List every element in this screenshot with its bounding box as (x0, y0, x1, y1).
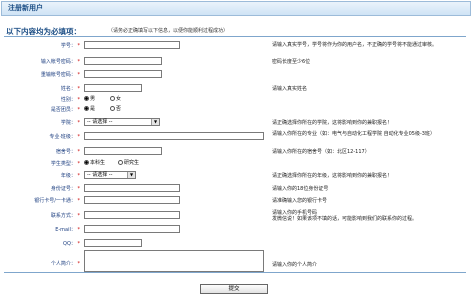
password-label: 输入帐号密码： * (40, 59, 80, 65)
section-note: （请务必正确填写以下信息，以便你能顺利过程成功） (108, 28, 229, 34)
grade-select[interactable]: -- 请选择 -- ▼ (84, 171, 136, 179)
party-member-label: 是否团员： * (50, 107, 80, 113)
major-class-hint: 请输入你所在的专业（如：电气与自动化工程学院 自动化专业05级-3班） (272, 131, 435, 137)
radio-selected-icon (84, 160, 89, 165)
bank-card-hint: 请准确输入您的银行卡号 (272, 198, 328, 204)
dorm-label: 宿舍号： * (55, 149, 80, 155)
bank-card-label: 银行卡号/一卡通： * (34, 198, 80, 204)
email-label: E-mail： * (55, 227, 80, 233)
page-title: 注册新用户 (8, 4, 43, 12)
repeat-password-input[interactable] (84, 70, 162, 78)
qq-input[interactable] (84, 239, 142, 247)
undergraduate-radio[interactable]: 本科生 (84, 159, 105, 166)
qq-label: QQ： * (63, 241, 80, 247)
password-hint: 密码长度至少6位 (272, 59, 311, 65)
contact-hint-2: 发微信说！如果该项不填的话，可能影响到我们的联系你的过程。 (272, 216, 418, 222)
party-yes-radio[interactable]: 是 (84, 105, 95, 112)
contact-input[interactable] (84, 211, 180, 219)
radio-icon (118, 160, 123, 165)
radio-icon (110, 96, 115, 101)
major-class-label: 专业·班级： * (49, 134, 80, 140)
id-card-input[interactable] (84, 184, 180, 192)
gender-male-radio[interactable]: 男 (84, 95, 95, 102)
divider (4, 272, 466, 273)
intro-hint: 请输入你的个人简介 (272, 262, 318, 268)
college-select[interactable]: -- 请选择 -- ▼ (84, 118, 160, 126)
dorm-hint: 请输入你所在的宿舍号（如：北区12-117） (272, 149, 370, 155)
grade-label: 年级： * (60, 173, 80, 179)
student-id-label: 学号： * (60, 43, 80, 49)
name-label: 姓名： * (60, 86, 80, 92)
submit-button[interactable]: 提交 (200, 284, 268, 294)
id-card-hint: 请输入你的18位身份证号 (272, 186, 329, 192)
radio-selected-icon (84, 106, 89, 111)
password-input[interactable] (84, 57, 162, 65)
dorm-input[interactable] (84, 147, 162, 155)
name-hint: 请输入真实姓名 (272, 86, 308, 92)
name-input[interactable] (84, 84, 142, 92)
intro-textarea[interactable] (84, 250, 264, 272)
graduate-radio[interactable]: 研究生 (118, 159, 139, 166)
gender-label: 性别： * (60, 97, 80, 103)
chevron-down-icon: ▼ (127, 172, 135, 178)
contact-label: 联系方式： * (50, 213, 80, 219)
gender-female-radio[interactable]: 女 (110, 95, 121, 102)
bank-card-input[interactable] (84, 196, 180, 204)
student-id-input[interactable] (84, 41, 180, 49)
student-type-label: 学生类型： * (50, 161, 80, 167)
college-label: 学院： * (60, 120, 80, 126)
college-hint: 请正确选择你所在的学院，这将影响到你的兼职报名！ (272, 120, 393, 126)
student-id-hint: 请输入真实学号，学号将作为你的用户名，不正确的学号将不能通过审核。 (272, 42, 438, 48)
party-no-radio[interactable]: 否 (110, 105, 121, 112)
major-class-input[interactable] (84, 132, 264, 140)
grade-hint: 请正确选择你所在的年级，这将影响到你的兼职报名！ (272, 173, 393, 179)
email-input[interactable] (84, 225, 180, 233)
chevron-down-icon: ▼ (151, 119, 159, 125)
divider (4, 36, 466, 37)
id-card-label: 身份证号： * (50, 186, 80, 192)
title-bar: 注册新用户 (1, 1, 471, 16)
radio-icon (110, 106, 115, 111)
radio-selected-icon (84, 96, 89, 101)
repeat-password-label: 重输帐号密码： * (40, 72, 80, 78)
intro-label: 个人简介： * (50, 261, 80, 267)
